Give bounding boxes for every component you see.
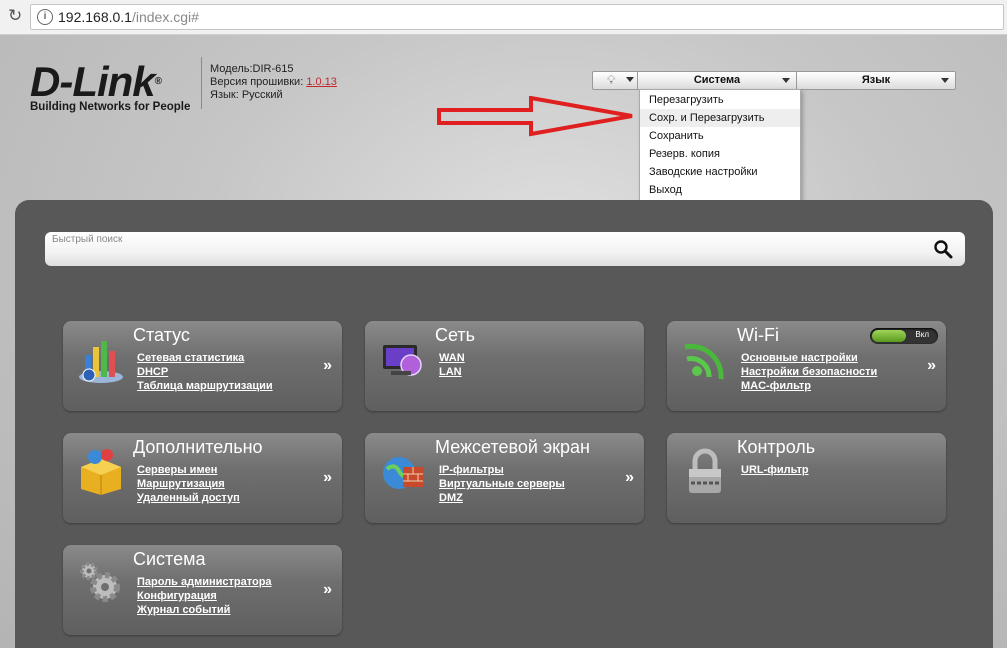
tile-title: Wi-Fi bbox=[737, 325, 779, 345]
tile-title: Межсетевой экран bbox=[435, 437, 590, 457]
notifications-menu[interactable]: 💡︎ bbox=[592, 71, 638, 90]
header-divider bbox=[201, 57, 202, 109]
logo-tagline: Building Networks for People bbox=[30, 101, 191, 113]
language-menu-button[interactable]: Язык bbox=[797, 71, 956, 90]
link-url-filter[interactable]: URL-фильтр bbox=[741, 463, 809, 477]
tile-title: Дополнительно bbox=[133, 437, 263, 457]
status-chart-icon bbox=[79, 341, 123, 383]
reload-icon[interactable]: ↻ bbox=[8, 6, 22, 26]
router-page: D-Link® Building Networks for People Мод… bbox=[0, 35, 1007, 648]
tile-expand-arrow[interactable]: » bbox=[323, 357, 332, 375]
menu-item-save-and-reboot[interactable]: Сохр. и Перезагрузить bbox=[640, 109, 800, 127]
tile-title: Контроль bbox=[737, 437, 816, 457]
firmware-version-link[interactable]: 1.0.13 bbox=[306, 76, 337, 88]
tile-status[interactable]: Статус Сетевая статистика DHCP Таблица м… bbox=[63, 321, 342, 411]
red-arrow-annotation bbox=[437, 96, 633, 137]
link-admin-password[interactable]: Пароль администратора bbox=[137, 575, 272, 589]
main-panel: Быстрый поиск Статус Сетевая статистика … bbox=[15, 200, 993, 648]
menu-item-logout[interactable]: Выход bbox=[640, 181, 800, 199]
link-mac-filter[interactable]: MAC-фильтр bbox=[741, 379, 877, 393]
tile-title: Система bbox=[133, 549, 206, 569]
link-routing[interactable]: Маршрутизация bbox=[137, 477, 240, 491]
link-routing-table[interactable]: Таблица маршрутизации bbox=[137, 379, 273, 393]
tile-wifi[interactable]: Wi-Fi Вкл Основные настройки Настройки б… bbox=[667, 321, 946, 411]
link-configuration[interactable]: Конфигурация bbox=[137, 589, 272, 603]
model-info: Модель:DIR-615 bbox=[210, 63, 294, 75]
tile-title: Сеть bbox=[435, 325, 476, 345]
menu-item-reboot[interactable]: Перезагрузить bbox=[640, 91, 800, 109]
tile-expand-arrow[interactable]: » bbox=[625, 469, 634, 487]
tile-control[interactable]: Контроль URL-фильтр bbox=[667, 433, 946, 523]
address-bar[interactable]: i 192.168.0.1/index.cgi# bbox=[30, 4, 1004, 30]
link-name-servers[interactable]: Серверы имен bbox=[137, 463, 240, 477]
browser-toolbar: ↻ i 192.168.0.1/index.cgi# bbox=[0, 0, 1007, 35]
advanced-box-icon bbox=[81, 449, 121, 495]
firmware-info: Версия прошивки: 1.0.13 bbox=[210, 76, 337, 88]
link-event-log[interactable]: Журнал событий bbox=[137, 603, 272, 617]
menu-item-save[interactable]: Сохранить bbox=[640, 127, 800, 145]
tile-network[interactable]: Сеть WAN LAN bbox=[365, 321, 644, 411]
link-basic-settings[interactable]: Основные настройки bbox=[741, 351, 877, 365]
search-icon[interactable] bbox=[933, 239, 953, 259]
gears-icon bbox=[80, 562, 120, 602]
system-menu-button[interactable]: Система bbox=[638, 71, 797, 90]
lightbulb-icon: 💡︎ bbox=[607, 73, 616, 87]
system-dropdown-menu: Перезагрузить Сохр. и Перезагрузить Сохр… bbox=[639, 89, 801, 201]
dlink-logo: D-Link® Building Networks for People bbox=[30, 58, 191, 114]
network-monitor-icon bbox=[383, 345, 422, 376]
info-icon[interactable]: i bbox=[37, 9, 53, 25]
link-network-statistics[interactable]: Сетевая статистика bbox=[137, 351, 273, 365]
menu-item-backup[interactable]: Резерв. копия bbox=[640, 145, 800, 163]
device-info: Модель:DIR-615 Версия прошивки: 1.0.13 Я… bbox=[210, 63, 337, 102]
toggle-knob bbox=[872, 330, 906, 342]
search-placeholder: Быстрый поиск bbox=[52, 234, 123, 245]
tile-advanced[interactable]: Дополнительно Серверы имен Маршрутизация… bbox=[63, 433, 342, 523]
link-ip-filters[interactable]: IP-фильтры bbox=[439, 463, 565, 477]
tile-expand-arrow[interactable]: » bbox=[927, 357, 936, 375]
wifi-icon bbox=[684, 343, 724, 380]
url-text: 192.168.0.1/index.cgi# bbox=[58, 9, 199, 25]
link-lan[interactable]: LAN bbox=[439, 365, 465, 379]
firewall-globe-icon bbox=[383, 457, 423, 489]
tile-title: Статус bbox=[133, 325, 190, 345]
link-remote-access[interactable]: Удаленный доступ bbox=[137, 491, 240, 505]
chevron-down-icon bbox=[782, 78, 790, 83]
wifi-toggle[interactable]: Вкл bbox=[870, 328, 938, 344]
tile-expand-arrow[interactable]: » bbox=[323, 581, 332, 599]
quick-search-input[interactable]: Быстрый поиск bbox=[45, 232, 965, 266]
link-dhcp[interactable]: DHCP bbox=[137, 365, 273, 379]
chevron-down-icon bbox=[941, 78, 949, 83]
padlock-icon bbox=[689, 448, 721, 493]
toggle-label: Вкл bbox=[915, 330, 929, 339]
tile-system[interactable]: Система Пароль администратора Конфигурац… bbox=[63, 545, 342, 635]
top-navigation: 💡︎ Система Язык bbox=[592, 71, 956, 90]
chevron-down-icon bbox=[626, 77, 634, 82]
link-security-settings[interactable]: Настройки безопасности bbox=[741, 365, 877, 379]
link-wan[interactable]: WAN bbox=[439, 351, 465, 365]
link-virtual-servers[interactable]: Виртуальные серверы bbox=[439, 477, 565, 491]
language-info: Язык: Русский bbox=[210, 89, 283, 101]
menu-item-factory-reset[interactable]: Заводские настройки bbox=[640, 163, 800, 181]
tile-firewall[interactable]: Межсетевой экран IP-фильтры Виртуальные … bbox=[365, 433, 644, 523]
link-dmz[interactable]: DMZ bbox=[439, 491, 565, 505]
tile-expand-arrow[interactable]: » bbox=[323, 469, 332, 487]
